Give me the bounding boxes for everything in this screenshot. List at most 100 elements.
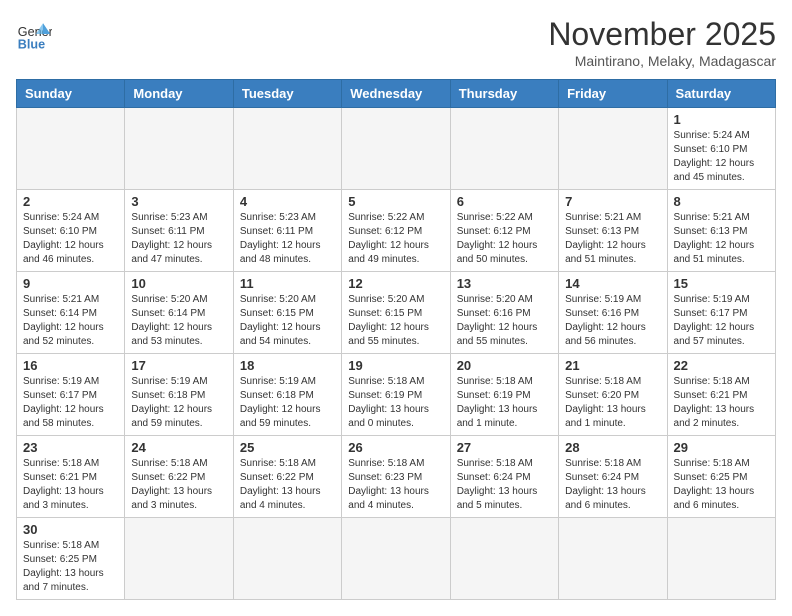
calendar-cell: 13 Sunrise: 5:20 AM Sunset: 6:16 PM Dayli… xyxy=(450,272,558,354)
day-info: Sunrise: 5:18 AM Sunset: 6:22 PM Dayligh… xyxy=(131,457,226,513)
calendar-cell xyxy=(667,518,775,600)
day-number: 24 xyxy=(131,440,226,455)
day-info: Sunrise: 5:18 AM Sunset: 6:19 PM Dayligh… xyxy=(348,375,443,431)
calendar-cell xyxy=(559,518,667,600)
day-number: 25 xyxy=(240,440,335,455)
day-number: 22 xyxy=(674,358,769,373)
calendar-week-row: 16 Sunrise: 5:19 AM Sunset: 6:17 PM Dayli… xyxy=(17,354,776,436)
day-info: Sunrise: 5:19 AM Sunset: 6:18 PM Dayligh… xyxy=(131,375,226,431)
calendar-cell: 19 Sunrise: 5:18 AM Sunset: 6:19 PM Dayli… xyxy=(342,354,450,436)
day-number: 1 xyxy=(674,112,769,127)
calendar-cell: 4 Sunrise: 5:23 AM Sunset: 6:11 PM Daylig… xyxy=(233,190,341,272)
day-number: 15 xyxy=(674,276,769,291)
calendar-cell: 16 Sunrise: 5:19 AM Sunset: 6:17 PM Dayli… xyxy=(17,354,125,436)
day-info: Sunrise: 5:18 AM Sunset: 6:20 PM Dayligh… xyxy=(565,375,660,431)
calendar-cell xyxy=(342,518,450,600)
logo: General Blue xyxy=(16,16,52,52)
calendar-cell xyxy=(125,108,233,190)
day-number: 19 xyxy=(348,358,443,373)
weekday-header-monday: Monday xyxy=(125,80,233,108)
day-info: Sunrise: 5:18 AM Sunset: 6:24 PM Dayligh… xyxy=(565,457,660,513)
day-number: 14 xyxy=(565,276,660,291)
calendar-cell: 23 Sunrise: 5:18 AM Sunset: 6:21 PM Dayli… xyxy=(17,436,125,518)
day-number: 13 xyxy=(457,276,552,291)
day-info: Sunrise: 5:19 AM Sunset: 6:17 PM Dayligh… xyxy=(674,293,769,349)
day-info: Sunrise: 5:20 AM Sunset: 6:16 PM Dayligh… xyxy=(457,293,552,349)
location-subtitle: Maintirano, Melaky, Madagascar xyxy=(548,53,776,69)
day-info: Sunrise: 5:19 AM Sunset: 6:16 PM Dayligh… xyxy=(565,293,660,349)
title-area: November 2025 Maintirano, Melaky, Madaga… xyxy=(548,16,776,69)
calendar-cell: 15 Sunrise: 5:19 AM Sunset: 6:17 PM Dayli… xyxy=(667,272,775,354)
calendar-cell: 24 Sunrise: 5:18 AM Sunset: 6:22 PM Dayli… xyxy=(125,436,233,518)
day-info: Sunrise: 5:19 AM Sunset: 6:17 PM Dayligh… xyxy=(23,375,118,431)
calendar-week-row: 30 Sunrise: 5:18 AM Sunset: 6:25 PM Dayli… xyxy=(17,518,776,600)
weekday-header-friday: Friday xyxy=(559,80,667,108)
day-number: 8 xyxy=(674,194,769,209)
day-info: Sunrise: 5:18 AM Sunset: 6:21 PM Dayligh… xyxy=(23,457,118,513)
day-number: 17 xyxy=(131,358,226,373)
day-number: 2 xyxy=(23,194,118,209)
day-number: 7 xyxy=(565,194,660,209)
day-info: Sunrise: 5:18 AM Sunset: 6:19 PM Dayligh… xyxy=(457,375,552,431)
weekday-header-tuesday: Tuesday xyxy=(233,80,341,108)
calendar-cell: 22Sunrise: 5:18 AM Sunset: 6:21 PM Dayli… xyxy=(667,354,775,436)
day-number: 3 xyxy=(131,194,226,209)
calendar-cell: 21 Sunrise: 5:18 AM Sunset: 6:20 PM Dayli… xyxy=(559,354,667,436)
calendar-cell: 5 Sunrise: 5:22 AM Sunset: 6:12 PM Daylig… xyxy=(342,190,450,272)
calendar-cell xyxy=(233,108,341,190)
calendar-week-row: 23 Sunrise: 5:18 AM Sunset: 6:21 PM Dayli… xyxy=(17,436,776,518)
logo-icon: General Blue xyxy=(16,16,52,52)
calendar-cell: 18Sunrise: 5:19 AM Sunset: 6:18 PM Dayli… xyxy=(233,354,341,436)
day-info: Sunrise: 5:24 AM Sunset: 6:10 PM Dayligh… xyxy=(674,129,769,185)
calendar-cell: 30 Sunrise: 5:18 AM Sunset: 6:25 PM Dayli… xyxy=(17,518,125,600)
day-number: 6 xyxy=(457,194,552,209)
calendar-cell: 25Sunrise: 5:18 AM Sunset: 6:22 PM Dayli… xyxy=(233,436,341,518)
day-number: 29 xyxy=(674,440,769,455)
day-number: 16 xyxy=(23,358,118,373)
day-info: Sunrise: 5:21 AM Sunset: 6:13 PM Dayligh… xyxy=(674,211,769,267)
calendar-cell: 12Sunrise: 5:20 AM Sunset: 6:15 PM Dayli… xyxy=(342,272,450,354)
calendar-cell xyxy=(17,108,125,190)
day-info: Sunrise: 5:18 AM Sunset: 6:25 PM Dayligh… xyxy=(23,539,118,595)
calendar-cell: 9Sunrise: 5:21 AM Sunset: 6:14 PM Daylig… xyxy=(17,272,125,354)
calendar-cell xyxy=(233,518,341,600)
calendar-cell: 14 Sunrise: 5:19 AM Sunset: 6:16 PM Dayli… xyxy=(559,272,667,354)
calendar-cell: 10Sunrise: 5:20 AM Sunset: 6:14 PM Dayli… xyxy=(125,272,233,354)
calendar-cell: 27 Sunrise: 5:18 AM Sunset: 6:24 PM Dayli… xyxy=(450,436,558,518)
calendar-cell: 11Sunrise: 5:20 AM Sunset: 6:15 PM Dayli… xyxy=(233,272,341,354)
calendar-cell: 20 Sunrise: 5:18 AM Sunset: 6:19 PM Dayli… xyxy=(450,354,558,436)
day-info: Sunrise: 5:18 AM Sunset: 6:25 PM Dayligh… xyxy=(674,457,769,513)
calendar-cell: 3Sunrise: 5:23 AM Sunset: 6:11 PM Daylig… xyxy=(125,190,233,272)
day-info: Sunrise: 5:21 AM Sunset: 6:13 PM Dayligh… xyxy=(565,211,660,267)
day-info: Sunrise: 5:18 AM Sunset: 6:24 PM Dayligh… xyxy=(457,457,552,513)
day-number: 5 xyxy=(348,194,443,209)
weekday-header-thursday: Thursday xyxy=(450,80,558,108)
day-number: 26 xyxy=(348,440,443,455)
day-info: Sunrise: 5:24 AM Sunset: 6:10 PM Dayligh… xyxy=(23,211,118,267)
weekday-header-sunday: Sunday xyxy=(17,80,125,108)
day-number: 30 xyxy=(23,522,118,537)
calendar-cell: 28 Sunrise: 5:18 AM Sunset: 6:24 PM Dayli… xyxy=(559,436,667,518)
calendar-cell: 6Sunrise: 5:22 AM Sunset: 6:12 PM Daylig… xyxy=(450,190,558,272)
calendar-cell: 29 Sunrise: 5:18 AM Sunset: 6:25 PM Dayli… xyxy=(667,436,775,518)
day-info: Sunrise: 5:23 AM Sunset: 6:11 PM Dayligh… xyxy=(240,211,335,267)
day-number: 28 xyxy=(565,440,660,455)
calendar-cell: 7 Sunrise: 5:21 AM Sunset: 6:13 PM Daylig… xyxy=(559,190,667,272)
day-info: Sunrise: 5:20 AM Sunset: 6:15 PM Dayligh… xyxy=(240,293,335,349)
day-info: Sunrise: 5:21 AM Sunset: 6:14 PM Dayligh… xyxy=(23,293,118,349)
day-number: 20 xyxy=(457,358,552,373)
calendar-week-row: 2 Sunrise: 5:24 AM Sunset: 6:10 PM Daylig… xyxy=(17,190,776,272)
day-number: 10 xyxy=(131,276,226,291)
calendar-cell: 1 Sunrise: 5:24 AM Sunset: 6:10 PM Daylig… xyxy=(667,108,775,190)
calendar-cell: 8 Sunrise: 5:21 AM Sunset: 6:13 PM Daylig… xyxy=(667,190,775,272)
month-year-title: November 2025 xyxy=(548,16,776,53)
day-number: 21 xyxy=(565,358,660,373)
calendar-table: SundayMondayTuesdayWednesdayThursdayFrid… xyxy=(16,79,776,600)
weekday-header-saturday: Saturday xyxy=(667,80,775,108)
weekday-header-wednesday: Wednesday xyxy=(342,80,450,108)
day-number: 23 xyxy=(23,440,118,455)
day-number: 27 xyxy=(457,440,552,455)
day-number: 4 xyxy=(240,194,335,209)
page-header: General Blue November 2025 Maintirano, M… xyxy=(16,16,776,69)
day-info: Sunrise: 5:22 AM Sunset: 6:12 PM Dayligh… xyxy=(348,211,443,267)
